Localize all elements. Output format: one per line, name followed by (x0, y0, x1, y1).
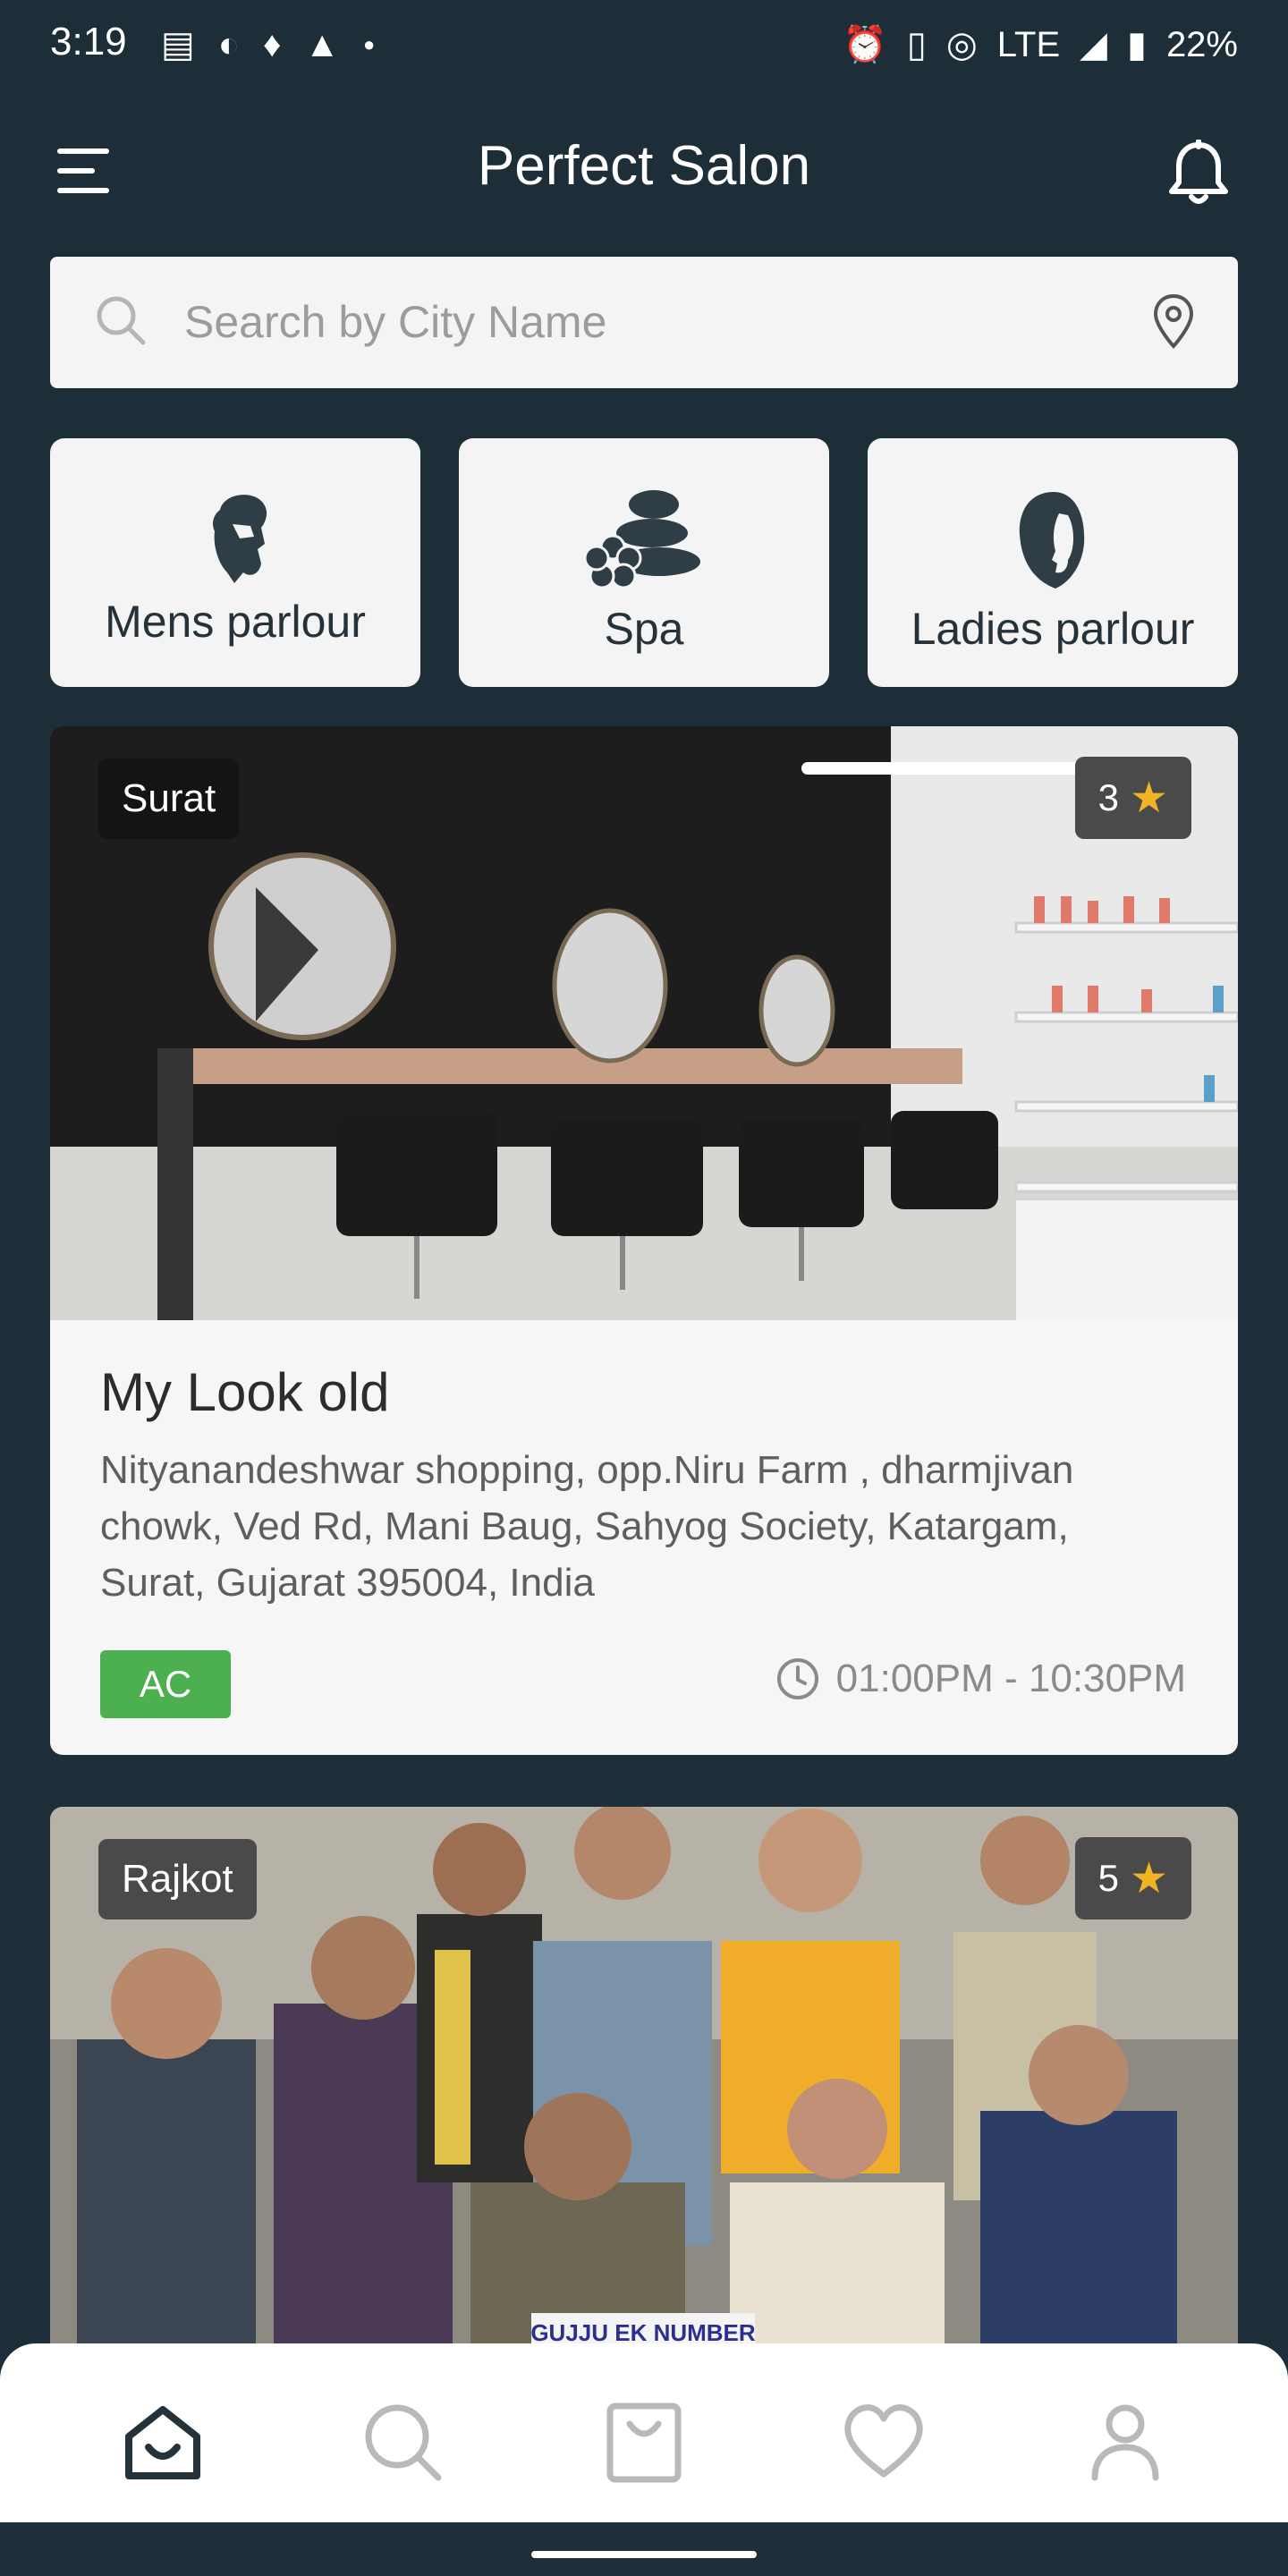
star-icon: ★ (1129, 1855, 1168, 1902)
system-icons: ⏰ ▯ ◎ LTE ◢ ▮ 22% (843, 18, 1238, 72)
vibrate-icon: ▯ (906, 25, 927, 64)
nav-favorites[interactable] (839, 2397, 928, 2487)
search-icon (97, 296, 146, 345)
news-icon: ▤ (161, 25, 195, 64)
hotspot-icon: ◎ (945, 25, 978, 64)
opening-hours: 01:00PM - 10:30PM (775, 1657, 1186, 1701)
bell-icon (1169, 139, 1228, 204)
network-type: LTE (996, 25, 1061, 64)
location-pin-icon[interactable] (1148, 292, 1199, 352)
bag-icon (606, 2402, 682, 2483)
star-icon: ★ (1129, 775, 1168, 822)
search-icon (365, 2404, 442, 2481)
category-mens-parlour[interactable]: Mens parlour (50, 438, 420, 687)
nav-search[interactable] (358, 2397, 447, 2487)
alarm-icon: ⏰ (843, 25, 887, 64)
notifications-button[interactable] (1166, 139, 1231, 208)
nav-profile[interactable] (1080, 2397, 1170, 2487)
rating-value: 5 (1097, 1857, 1119, 1899)
home-gesture-bar[interactable] (531, 2551, 757, 2558)
hours-text: 01:00PM - 10:30PM (835, 1657, 1186, 1700)
gesture-area (0, 2522, 1288, 2576)
app-notification-icon: ◐ (217, 25, 240, 64)
notification-icons: ▤ ◐ ♦ ▲ ● (161, 18, 375, 72)
status-bar: 3:19 ▤ ◐ ♦ ▲ ● ⏰ ▯ ◎ LTE ◢ ▮ 22% (0, 0, 1288, 89)
app-title: Perfect Salon (477, 135, 811, 197)
battery-percent: 22% (1165, 25, 1238, 64)
search-input[interactable] (184, 284, 1079, 360)
drive-icon: ▲ (304, 25, 340, 64)
nav-bookings[interactable] (599, 2397, 689, 2487)
category-label: Spa (604, 604, 684, 654)
category-label: Mens parlour (105, 597, 366, 647)
swiggy-icon: ♦ (262, 25, 282, 64)
ac-tag: AC (100, 1650, 231, 1718)
status-time: 3:19 (50, 20, 127, 64)
woman-face-icon (1019, 492, 1085, 589)
nav-home[interactable] (118, 2397, 208, 2487)
man-beard-icon (213, 495, 267, 583)
spa-stones-icon (583, 490, 700, 589)
salon-address: Nityanandeshwar shopping, opp.Niru Farm … (100, 1448, 1074, 1605)
city-badge: Rajkot (98, 1839, 257, 1919)
rating-badge: 5 ★ (1074, 1837, 1191, 1919)
salon-card[interactable]: GUJJU EK NUMBER Rajkot 5 ★ (50, 1807, 1238, 2433)
app-bar: Perfect Salon (0, 116, 1288, 224)
app-screen: 3:19 ▤ ◐ ♦ ▲ ● ⏰ ▯ ◎ LTE ◢ ▮ 22% Perfect… (0, 0, 1288, 2576)
city-badge: Surat (98, 758, 240, 839)
heart-icon (844, 2404, 923, 2478)
rating-badge: 3 ★ (1074, 757, 1191, 839)
salon-card[interactable]: Surat 3 ★ My Look old Nityanandeshwar sh… (50, 726, 1238, 1755)
clock-icon (776, 1658, 818, 1699)
signal-icon: ◢ (1080, 25, 1107, 64)
bottom-navigation (0, 2343, 1288, 2522)
poster-text: GUJJU EK NUMBER (530, 2319, 756, 2346)
person-icon (1091, 2404, 1159, 2481)
more-dot-icon: ● (362, 33, 376, 55)
battery-icon: ▮ (1126, 25, 1147, 64)
salon-name: My Look old (100, 1362, 390, 1422)
home-icon (125, 2406, 200, 2479)
category-ladies-parlour[interactable]: Ladies parlour (868, 438, 1238, 687)
category-spa[interactable]: Spa (459, 438, 829, 687)
category-label: Ladies parlour (911, 604, 1195, 654)
search-bar[interactable] (50, 257, 1238, 388)
rating-value: 3 (1097, 776, 1119, 818)
